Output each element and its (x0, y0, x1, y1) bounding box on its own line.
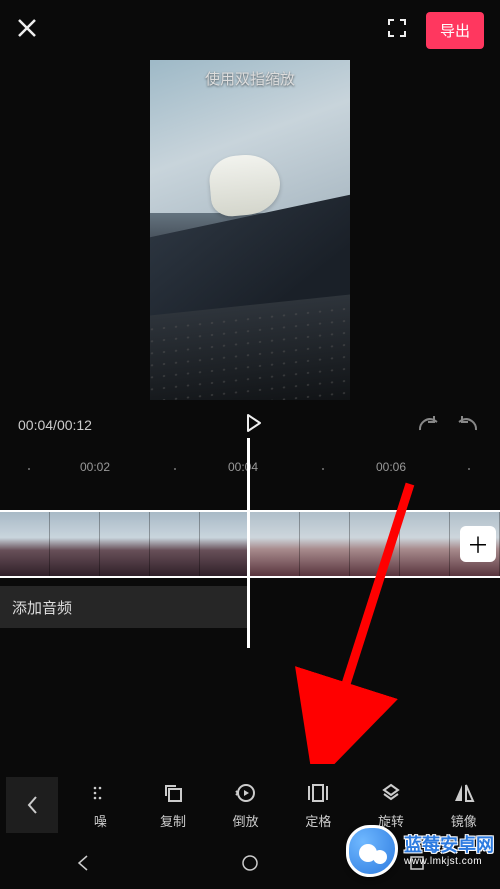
watermark: 蓝莓安卓网 www.lmkjst.com (346, 825, 494, 877)
copy-icon (162, 781, 184, 805)
undo-button[interactable] (414, 412, 440, 439)
playhead[interactable] (247, 438, 250, 648)
nav-home-icon[interactable] (240, 853, 260, 878)
fullscreen-icon[interactable] (386, 17, 408, 44)
clip-thumb[interactable] (300, 512, 350, 576)
close-button[interactable] (16, 15, 38, 46)
timeline[interactable]: ＋ 添加音频 (0, 510, 500, 628)
clip-thumb[interactable] (50, 512, 100, 576)
clip-thumb[interactable] (100, 512, 150, 576)
tool-freeze[interactable]: 定格 (282, 781, 355, 830)
tool-copy[interactable]: 复制 (137, 781, 210, 830)
watermark-logo (346, 825, 398, 877)
tool-label: 倒放 (233, 811, 259, 830)
tool-label: 复制 (160, 811, 186, 830)
tool-label: 定格 (305, 811, 331, 830)
tool-mirror[interactable]: 镜像 (427, 781, 500, 830)
video-preview[interactable]: 使用双指缩放 (0, 60, 500, 400)
nav-back-icon[interactable] (73, 853, 93, 878)
top-bar: 导出 (0, 0, 500, 60)
clip-thumb[interactable] (250, 512, 300, 576)
freeze-icon (306, 781, 330, 805)
time-ruler[interactable]: 00:02 00:04 00:06 (0, 454, 500, 480)
preview-frame: 使用双指缩放 (150, 60, 350, 400)
watermark-title: 蓝莓安卓网 (404, 835, 494, 856)
clip-thumb[interactable] (350, 512, 400, 576)
video-track[interactable]: ＋ (0, 510, 500, 578)
add-audio-track[interactable]: 添加音频 (0, 586, 248, 628)
mirror-icon (452, 781, 476, 805)
export-button[interactable]: 导出 (426, 12, 484, 49)
watermark-url: www.lmkjst.com (404, 856, 494, 868)
clip-thumb[interactable] (200, 512, 250, 576)
tool-noise[interactable]: 噪 (64, 781, 137, 830)
ruler-mark: 00:06 (376, 460, 406, 474)
add-clip-button[interactable]: ＋ (460, 526, 496, 562)
redo-button[interactable] (456, 412, 482, 439)
ruler-mark: 00:02 (80, 460, 110, 474)
add-audio-label: 添加音频 (12, 597, 72, 618)
dots-icon (91, 781, 109, 805)
clip-thumb[interactable] (400, 512, 450, 576)
clip-thumb[interactable] (150, 512, 200, 576)
pinch-hint: 使用双指缩放 (150, 68, 350, 89)
play-button[interactable] (92, 412, 414, 439)
reverse-icon (235, 781, 257, 805)
toolbar-back-button[interactable] (6, 777, 58, 833)
tool-rotate[interactable]: 旋转 (355, 781, 428, 830)
tool-reverse[interactable]: 倒放 (209, 781, 282, 830)
tool-label: 噪 (94, 811, 107, 830)
playback-bar: 00:04/00:12 (0, 400, 500, 450)
time-display: 00:04/00:12 (18, 417, 92, 433)
ruler-mark: 00:04 (228, 460, 258, 474)
clip-thumb[interactable] (0, 512, 50, 576)
rotate-icon (380, 781, 402, 805)
